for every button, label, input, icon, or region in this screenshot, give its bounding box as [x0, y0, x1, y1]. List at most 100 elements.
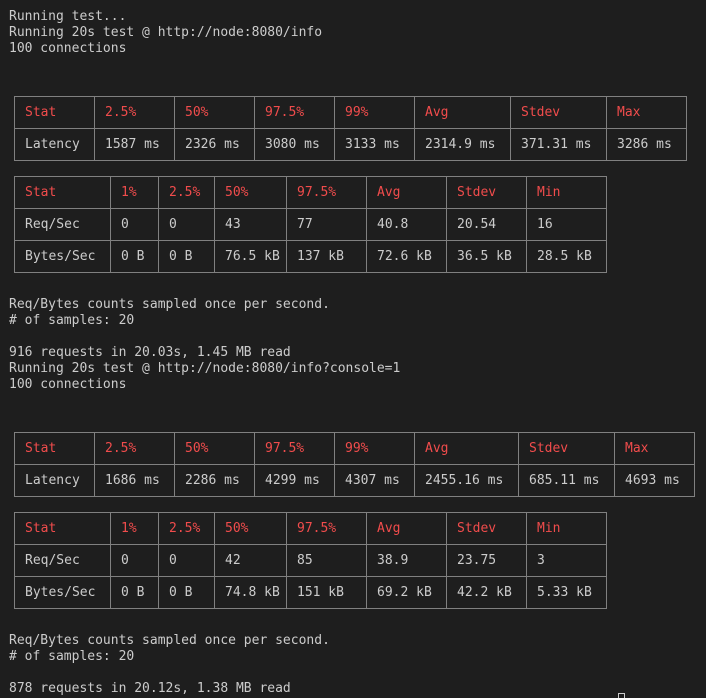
table-cell: 0 [158, 208, 215, 241]
table-cell: 4693 ms [614, 464, 695, 497]
header-cell: Stdev [518, 432, 615, 465]
output-line-sample-count: # of samples: 20 [9, 649, 135, 664]
table-cell: 137 kB [286, 240, 367, 273]
table-cell: Bytes/Sec [14, 240, 111, 273]
output-line-test-url: Running 20s test @ http://node:8080/info… [9, 361, 401, 376]
throughput-table: Stat 1% 2.5% 50% 97.5% Avg Stdev Min Req… [14, 512, 607, 609]
table-cell: Latency [14, 464, 95, 497]
table-cell: 2314.9 ms [414, 128, 511, 161]
header-cell: Avg [414, 432, 519, 465]
header-cell: Stdev [446, 176, 527, 209]
table-row: Latency 1686 ms 2286 ms 4299 ms 4307 ms … [14, 464, 695, 497]
table-cell: 69.2 kB [366, 576, 447, 609]
table-row: Bytes/Sec 0 B 0 B 76.5 kB 137 kB 72.6 kB… [14, 240, 607, 273]
table-cell: 2455.16 ms [414, 464, 519, 497]
table-cell: 43 [214, 208, 287, 241]
table-cell: 0 B [110, 576, 159, 609]
table-cell: 0 B [158, 240, 215, 273]
output-line-sample-count: # of samples: 20 [9, 313, 135, 328]
header-cell: 1% [110, 512, 159, 545]
table-cell: 23.75 [446, 544, 527, 577]
table-cell: 0 [110, 208, 159, 241]
header-cell: Avg [366, 176, 447, 209]
table-row: Latency 1587 ms 2326 ms 3080 ms 3133 ms … [14, 128, 687, 161]
header-cell: Stat [14, 96, 95, 129]
table-row: Bytes/Sec 0 B 0 B 74.8 kB 151 kB 69.2 kB… [14, 576, 607, 609]
table-cell: Req/Sec [14, 544, 111, 577]
header-cell: 97.5% [286, 176, 367, 209]
latency-table: Stat 2.5% 50% 97.5% 99% Avg Stdev Max La… [14, 96, 687, 161]
table-cell: 85 [286, 544, 367, 577]
table-cell: 38.9 [366, 544, 447, 577]
header-cell: Stat [14, 512, 111, 545]
table-cell: 0 [110, 544, 159, 577]
table-cell: 2326 ms [174, 128, 255, 161]
header-cell: Max [606, 96, 687, 129]
table-cell: 28.5 kB [526, 240, 607, 273]
output-line-connections: 100 connections [9, 377, 127, 392]
header-cell: Min [526, 512, 607, 545]
header-cell: 50% [174, 96, 255, 129]
output-line-sampled-note: Req/Bytes counts sampled once per second… [9, 633, 330, 648]
table-cell: 36.5 kB [446, 240, 527, 273]
header-cell: 50% [174, 432, 255, 465]
table-cell: 76.5 kB [214, 240, 287, 273]
header-cell: 50% [214, 176, 287, 209]
table-header-row: Stat 1% 2.5% 50% 97.5% Avg Stdev Min [14, 176, 607, 209]
table-cell: 40.8 [366, 208, 447, 241]
output-line-summary: 916 requests in 20.03s, 1.45 MB read [9, 345, 291, 360]
header-cell: 99% [334, 96, 415, 129]
table-cell: 42 [214, 544, 287, 577]
header-cell: 97.5% [254, 96, 335, 129]
table-cell: 151 kB [286, 576, 367, 609]
header-cell: 2.5% [158, 512, 215, 545]
header-cell: Avg [414, 96, 511, 129]
output-line-connections: 100 connections [9, 41, 127, 56]
table-cell: 16 [526, 208, 607, 241]
table-cell: 77 [286, 208, 367, 241]
header-cell: Stat [14, 432, 95, 465]
table-cell: 4307 ms [334, 464, 415, 497]
table-row: Req/Sec 0 0 42 85 38.9 23.75 3 [14, 544, 607, 577]
header-cell: Min [526, 176, 607, 209]
table-header-row: Stat 1% 2.5% 50% 97.5% Avg Stdev Min [14, 512, 607, 545]
table-cell: 74.8 kB [214, 576, 287, 609]
table-cell: 72.6 kB [366, 240, 447, 273]
table-cell: 1686 ms [94, 464, 175, 497]
table-cell: 5.33 kB [526, 576, 607, 609]
table-cell: 4299 ms [254, 464, 335, 497]
table-cell: 3133 ms [334, 128, 415, 161]
table-header-row: Stat 2.5% 50% 97.5% 99% Avg Stdev Max [14, 432, 695, 465]
table-cell: Latency [14, 128, 95, 161]
header-cell: Stat [14, 176, 111, 209]
header-cell: 2.5% [94, 432, 175, 465]
table-cell: 3 [526, 544, 607, 577]
header-cell: 2.5% [158, 176, 215, 209]
header-cell: Stdev [510, 96, 607, 129]
header-cell: Avg [366, 512, 447, 545]
header-cell: Stdev [446, 512, 527, 545]
table-row: Req/Sec 0 0 43 77 40.8 20.54 16 [14, 208, 607, 241]
output-line-test-url: Running 20s test @ http://node:8080/info [9, 25, 323, 40]
header-cell: Max [614, 432, 695, 465]
header-cell: 97.5% [254, 432, 335, 465]
table-cell: 3080 ms [254, 128, 335, 161]
latency-table: Stat 2.5% 50% 97.5% 99% Avg Stdev Max La… [14, 432, 695, 497]
table-cell: Bytes/Sec [14, 576, 111, 609]
table-cell: Req/Sec [14, 208, 111, 241]
header-cell: 50% [214, 512, 287, 545]
table-cell: 0 B [158, 576, 215, 609]
table-header-row: Stat 2.5% 50% 97.5% 99% Avg Stdev Max [14, 96, 687, 129]
header-cell: 1% [110, 176, 159, 209]
output-line-running-test: Running test... [9, 9, 127, 24]
throughput-table: Stat 1% 2.5% 50% 97.5% Avg Stdev Min Req… [14, 176, 607, 273]
table-cell: 1587 ms [94, 128, 175, 161]
table-cell: 0 B [110, 240, 159, 273]
table-cell: 42.2 kB [446, 576, 527, 609]
header-cell: 99% [334, 432, 415, 465]
table-cell: 685.11 ms [518, 464, 615, 497]
table-cell: 371.31 ms [510, 128, 607, 161]
table-cell: 0 [158, 544, 215, 577]
header-cell: 97.5% [286, 512, 367, 545]
table-cell: 3286 ms [606, 128, 687, 161]
